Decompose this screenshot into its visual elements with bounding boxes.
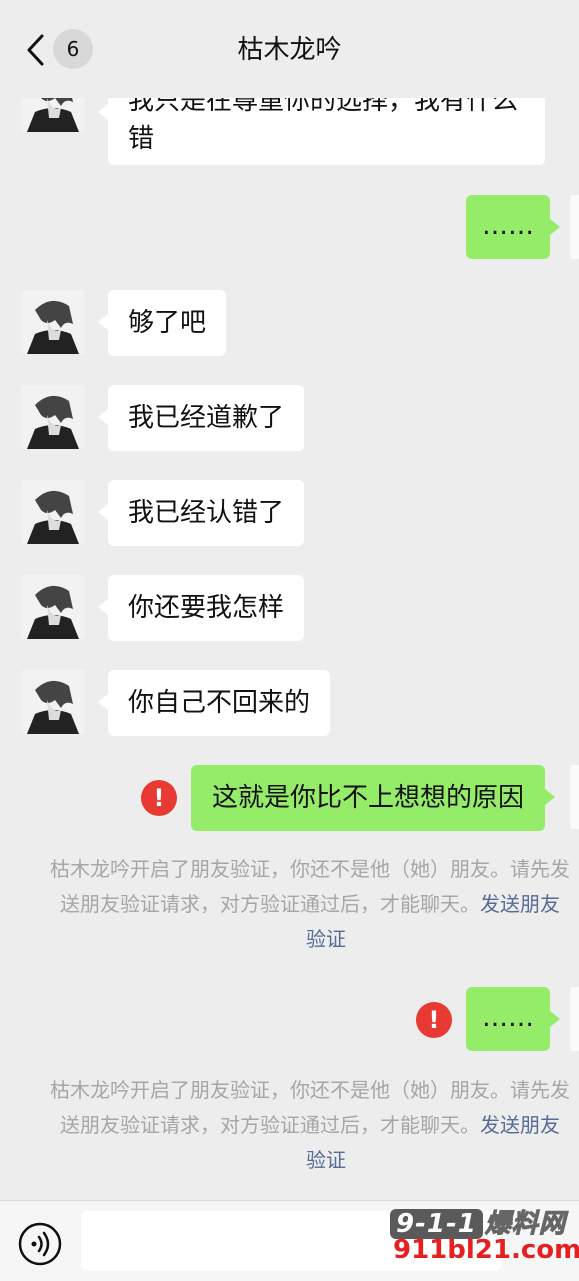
send-verification-link[interactable]: 验证 <box>306 922 579 957</box>
contact-avatar[interactable] <box>21 480 85 544</box>
self-avatar[interactable] <box>570 987 579 1051</box>
message-row: 我已经认错了 <box>0 480 579 546</box>
system-notice-line: 枯木龙吟开启了朋友验证，你还不是他（她）朋友。请先发 <box>50 857 570 881</box>
system-notice: 枯木龙吟开启了朋友验证，你还不是他（她）朋友。请先发 送朋友验证请求，对方验证通… <box>30 1073 579 1178</box>
send-verification-link[interactable]: 发送朋友 <box>480 892 560 916</box>
message-bubble-sent[interactable]: …… <box>466 195 560 259</box>
message-row: 我已经道歉了 <box>0 385 579 451</box>
message-row: 你还要我怎样 <box>0 575 579 641</box>
contact-avatar[interactable] <box>21 575 85 639</box>
watermark-url-text: 911bl21.com <box>393 1235 579 1265</box>
contact-avatar[interactable] <box>21 290 85 354</box>
chat-title: 枯木龙吟 <box>237 35 342 65</box>
message-row: 够了吧 <box>0 290 579 356</box>
contact-avatar[interactable] <box>21 385 85 449</box>
send-verification-link[interactable]: 验证 <box>306 1143 579 1178</box>
system-notice-text: 送朋友验证请求，对方验证通过后，才能聊天。 <box>60 892 480 916</box>
system-notice-line: 送朋友验证请求，对方验证通过后，才能聊天。发送朋友 <box>60 887 579 922</box>
message-bubble-received[interactable]: 够了吧 <box>97 290 227 356</box>
system-notice: 枯木龙吟开启了朋友验证，你还不是他（她）朋友。请先发 送朋友验证请求，对方验证通… <box>30 852 579 957</box>
send-verification-link[interactable]: 发送朋友 <box>480 1113 560 1137</box>
system-notice-text: 送朋友验证请求，对方验证通过后，才能聊天。 <box>60 1113 480 1137</box>
contact-avatar[interactable] <box>21 670 85 734</box>
system-notice-line: 送朋友验证请求，对方验证通过后，才能聊天。发送朋友 <box>60 1108 579 1143</box>
send-failed-icon[interactable]: ! <box>416 1002 452 1038</box>
voice-input-icon[interactable] <box>18 1222 62 1266</box>
message-bubble-sent[interactable]: 这就是你比不上想想的原因 <box>191 765 556 831</box>
message-row-self: ! 这就是你比不上想想的原因 <box>0 765 579 831</box>
message-bubble-received[interactable]: 我已经认错了 <box>97 480 305 546</box>
message-row: 你自己不回来的 <box>0 670 579 736</box>
header-backdrop: 6 枯木龙吟 <box>0 0 579 80</box>
message-bubble-sent[interactable]: …… <box>466 987 560 1051</box>
message-bubble-received[interactable]: 我已经道歉了 <box>97 385 305 451</box>
send-failed-icon[interactable]: ! <box>141 780 177 816</box>
message-bubble-received[interactable]: 你自己不回来的 <box>97 670 331 736</box>
message-row-self: …… <box>0 195 579 261</box>
system-notice-line: 枯木龙吟开启了朋友验证，你还不是他（她）朋友。请先发 <box>50 1078 570 1102</box>
message-bubble-received[interactable]: 你还要我怎样 <box>97 575 305 641</box>
self-avatar[interactable] <box>570 765 579 829</box>
message-row-self: ! …… <box>0 987 579 1053</box>
self-avatar[interactable] <box>570 195 579 259</box>
watermark-url: 911bl21.com <box>393 1235 579 1265</box>
watermark-logo: 9-1-1 爆料网 911bl21.com <box>385 1195 579 1280</box>
